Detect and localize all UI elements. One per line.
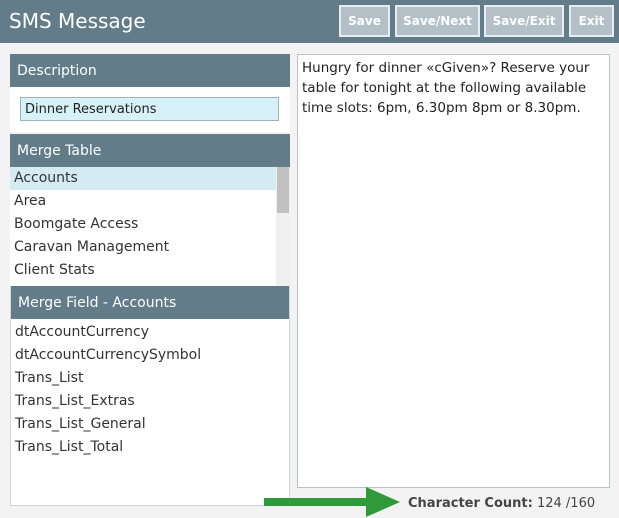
merge-table-item-area[interactable]: Area [10, 190, 276, 213]
merge-field-item[interactable]: dtAccountCurrency [11, 321, 289, 344]
merge-field-item[interactable]: Trans_List_Extras [11, 390, 289, 413]
merge-table-item-accounts[interactable]: Accounts [10, 167, 276, 190]
merge-field-item[interactable]: dtAccountCurrencySymbol [11, 344, 289, 367]
save-exit-button[interactable]: Save/Exit [484, 5, 564, 37]
scrollbar-thumb[interactable] [277, 167, 289, 213]
merge-table-header: Merge Table [10, 134, 290, 167]
merge-field-item[interactable]: Trans_List_Total [11, 436, 289, 459]
page-title: SMS Message [9, 9, 146, 33]
merge-table-list[interactable]: Accounts Area Boomgate Access Caravan Ma… [10, 167, 290, 286]
merge-field-list: dtAccountCurrency dtAccountCurrencySymbo… [11, 319, 289, 459]
character-count-value: 124 /160 [536, 496, 596, 511]
merge-table-item-client-stats[interactable]: Client Stats [10, 259, 276, 282]
exit-button[interactable]: Exit [569, 5, 614, 37]
save-next-button[interactable]: Save/Next [395, 5, 480, 37]
merge-table-panel: Merge Table Accounts Area Boomgate Acces… [10, 134, 290, 286]
merge-field-header: Merge Field - Accounts [11, 286, 289, 319]
merge-table-scrollbar[interactable] [276, 167, 290, 286]
merge-table-item-boomgate-access[interactable]: Boomgate Access [10, 213, 276, 236]
merge-field-item[interactable]: Trans_List [11, 367, 289, 390]
merge-field-item[interactable]: Trans_List_General [11, 413, 289, 436]
character-count-label: Character Count: [408, 496, 533, 511]
message-textarea[interactable]: Hungry for dinner «cGiven»? Reserve your… [297, 54, 610, 488]
description-header: Description [10, 54, 290, 87]
character-count: Character Count: 124 /160 [408, 494, 595, 514]
description-input[interactable] [20, 97, 279, 121]
description-panel: Description [10, 54, 290, 132]
arrow-right-icon [264, 487, 400, 517]
save-button[interactable]: Save [339, 5, 390, 37]
merge-table-item-caravan-management[interactable]: Caravan Management [10, 236, 276, 259]
merge-field-panel: Merge Field - Accounts dtAccountCurrency… [10, 286, 290, 506]
title-bar: SMS Message Save Save/Next Save/Exit Exi… [0, 0, 619, 43]
